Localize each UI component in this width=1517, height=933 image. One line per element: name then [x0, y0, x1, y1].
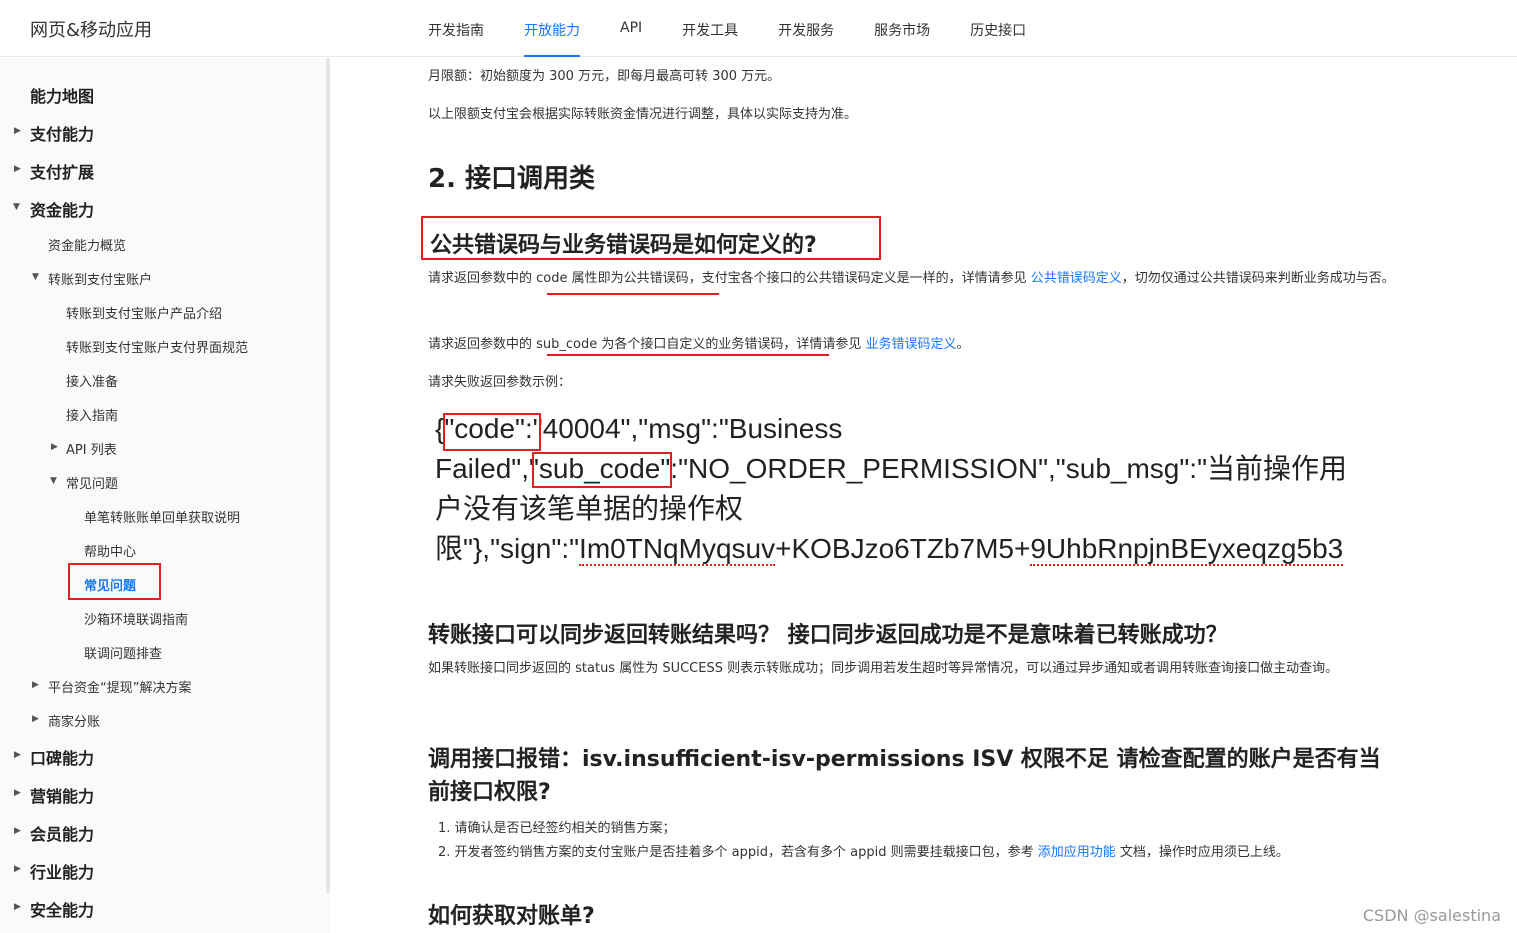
sidebar-item-security[interactable]: 安全能力 [30, 897, 94, 921]
top-header: 网页&移动应用 开发指南 开放能力 API 开发工具 开发服务 服务市场 历史接… [0, 0, 1517, 57]
question-heading-isv-permission: 调用接口报错：isv.insufficient-isv-permissions … [428, 747, 1381, 772]
caret-down-icon: ▼ [50, 476, 57, 486]
list-text: 2. 开发者签约销售方案的支付宝账户是否挂着多个 appid，若含有多个 app… [438, 845, 1038, 860]
caret-right-icon: ▶ [14, 126, 21, 136]
highlight-box [68, 563, 161, 600]
limit-note-text: 以上限额支付宝会根据实际转账资金情况进行调整，具体以实际支持为准。 [428, 107, 858, 122]
red-underline [547, 293, 719, 295]
caret-right-icon: ▶ [14, 826, 21, 836]
link-add-app-feature[interactable]: 添加应用功能 [1038, 845, 1116, 860]
sidebar-item-withdraw[interactable]: 平台资金“提现”解决方案 [48, 677, 191, 696]
sidebar-item-capability-map[interactable]: 能力地图 [30, 83, 94, 107]
sidebar-item-funds-overview[interactable]: 资金能力概览 [48, 235, 126, 254]
red-underline [547, 354, 829, 356]
paragraph-text: 请求返回参数中的 sub_code 为各个接口自定义的业务错误码，详情请参见 [428, 337, 866, 352]
caret-right-icon: ▶ [14, 864, 21, 874]
sidebar-item-faq-group[interactable]: 常见问题 [66, 473, 118, 492]
list-text: 文档，操作时应用须已上线。 [1115, 845, 1289, 860]
code-text: Im0TNqMyqsuv [579, 533, 776, 566]
caret-right-icon: ▶ [32, 680, 39, 690]
sidebar-item-transfer[interactable]: 转账到支付宝账户 [48, 269, 152, 288]
list-item: 2. 开发者签约销售方案的支付宝账户是否挂着多个 appid，若含有多个 app… [438, 841, 1289, 860]
highlight-box [421, 216, 881, 260]
nav-open-capability[interactable]: 开放能力 [524, 0, 580, 57]
code-text: :"NO_ORDER_PERMISSION","sub_msg":"当前操作用 [670, 453, 1348, 484]
caret-right-icon: ▶ [14, 750, 21, 760]
caret-right-icon: ▶ [14, 902, 21, 912]
question-heading-sync-result: 转账接口可以同步返回转账结果吗？ 接口同步返回成功是不是意味着已转账成功？ [428, 623, 1228, 648]
sidebar-item-marketing[interactable]: 营销能力 [30, 783, 94, 807]
caret-right-icon: ▶ [14, 788, 21, 798]
caret-down-icon: ▼ [32, 272, 39, 282]
code-line: 户没有该笔单据的操作权 [435, 493, 744, 524]
paragraph-text: ，切勿仅通过公共错误码来判断业务成功与否。 [1121, 271, 1395, 286]
sidebar-item-api-list[interactable]: API 列表 [66, 439, 117, 458]
error-response-example: {"code":"40004","msg":"Business Failed",… [435, 409, 1395, 569]
section-heading: 2. 接口调用类 [428, 164, 596, 194]
code-text: :"40004","msg":"Business [524, 413, 843, 444]
sidebar-item-split[interactable]: 商家分账 [48, 711, 100, 730]
nav-dev-guide[interactable]: 开发指南 [428, 0, 484, 57]
sidebar-item-sandbox[interactable]: 沙箱环境联调指南 [84, 609, 188, 628]
nav-api[interactable]: API [620, 0, 642, 57]
sidebar-scrollbar[interactable] [326, 58, 330, 893]
sidebar-item-single-bill[interactable]: 单笔转账账单回单获取说明 [84, 507, 240, 526]
sidebar-item-pay-ext[interactable]: 支付扩展 [30, 159, 94, 183]
sidebar-item-guide[interactable]: 接入指南 [66, 405, 118, 424]
q1-paragraph-1: 请求返回参数中的 code 属性即为公共错误码，支付宝各个接口的公共错误码定义是… [428, 267, 1433, 291]
brand-title[interactable]: 网页&移动应用 [30, 16, 152, 42]
caret-right-icon: ▶ [14, 164, 21, 174]
code-text: Failed", [435, 453, 529, 484]
sidebar-item-transfer-intro[interactable]: 转账到支付宝账户产品介绍 [66, 303, 222, 322]
caret-right-icon: ▶ [51, 442, 58, 452]
q1-paragraph-3: 请求失败返回参数示例： [428, 375, 572, 390]
nav-service-market[interactable]: 服务市场 [874, 0, 930, 57]
highlight-box [443, 413, 541, 451]
sidebar-item-debug[interactable]: 联调问题排查 [84, 643, 162, 662]
question-heading-isv-permission-cont: 前接口权限? [428, 780, 551, 805]
nav-legacy-api[interactable]: 历史接口 [970, 0, 1026, 57]
link-common-error-codes[interactable]: 公共错误码定义 [1031, 271, 1122, 286]
list-item: 1. 请确认是否已经签约相关的销售方案； [438, 821, 676, 836]
highlight-box [532, 452, 672, 488]
sidebar-item-pay[interactable]: 支付能力 [30, 121, 94, 145]
nav-dev-services[interactable]: 开发服务 [778, 0, 834, 57]
nav-dev-tools[interactable]: 开发工具 [682, 0, 738, 57]
question-heading-bill: 如何获取对账单? [428, 904, 595, 929]
sidebar-item-funds[interactable]: 资金能力 [30, 197, 94, 221]
q2-paragraph: 如果转账接口同步返回的 status 属性为 SUCCESS 则表示转账成功；同… [428, 661, 1339, 676]
paragraph-text: 请求返回参数中的 code 属性即为公共错误码，支付宝各个接口的公共错误码定义是… [428, 271, 1031, 286]
code-text: 9UhbRnpjnBEyxeqzg5b3 [1030, 533, 1344, 566]
sidebar-item-prepare[interactable]: 接入准备 [66, 371, 118, 390]
caret-down-icon: ▼ [13, 202, 20, 212]
q1-paragraph-2: 请求返回参数中的 sub_code 为各个接口自定义的业务错误码，详情请参见 业… [428, 333, 970, 352]
code-text: 限"},"sign":" [435, 533, 580, 564]
paragraph-text: 。 [956, 337, 970, 352]
link-business-error-codes[interactable]: 业务错误码定义 [866, 337, 957, 352]
code-text: +KOBJzo6TZb7M5+ [775, 533, 1031, 564]
watermark: CSDN @salestina [1362, 906, 1501, 925]
caret-right-icon: ▶ [32, 714, 39, 724]
limit-month-text: 月限额：初始额度为 300 万元，即每月最高可转 300 万元。 [428, 69, 781, 84]
code-line: {"code":"40004","msg":"Business [435, 409, 1395, 449]
code-line: 限"},"sign":"Im0TNqMyqsuv+KOBJzo6TZb7M5+9… [435, 529, 1395, 569]
sidebar-item-transfer-ui[interactable]: 转账到支付宝账户支付界面规范 [66, 337, 248, 356]
top-nav: 开发指南 开放能力 API 开发工具 开发服务 服务市场 历史接口 [428, 0, 1066, 57]
sidebar-item-koubei[interactable]: 口碑能力 [30, 745, 94, 769]
sidebar-item-help[interactable]: 帮助中心 [84, 541, 136, 560]
sidebar-item-industry[interactable]: 行业能力 [30, 859, 94, 883]
sidebar-item-member[interactable]: 会员能力 [30, 821, 94, 845]
